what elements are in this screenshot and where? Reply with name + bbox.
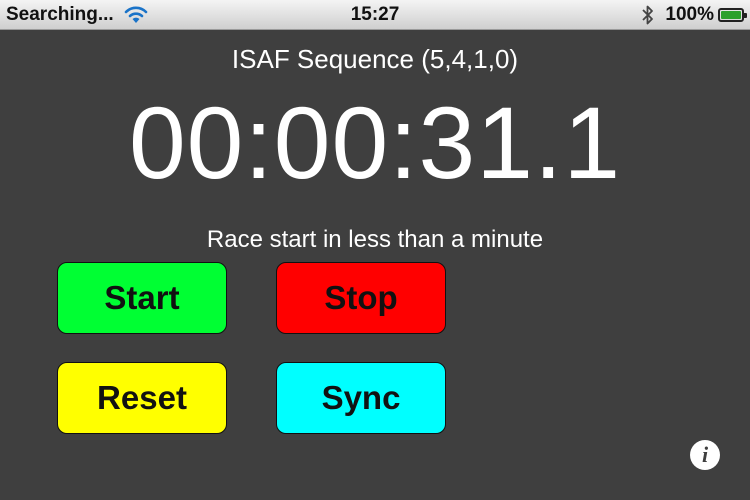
status-right: 100%: [641, 3, 747, 27]
info-icon[interactable]: i: [690, 440, 720, 470]
status-bar: Searching... 15:27 100%: [0, 0, 750, 30]
bluetooth-icon: [642, 5, 654, 25]
start-button[interactable]: Start: [57, 262, 227, 334]
sequence-title: ISAF Sequence (5,4,1,0): [231, 44, 519, 74]
status-time: 15:27: [350, 4, 400, 25]
battery-icon: [718, 8, 747, 22]
battery-fill: [721, 11, 741, 19]
battery-tip: [744, 13, 747, 18]
app-screen: Searching... 15:27 100% ISAF Sequence (5…: [0, 0, 750, 500]
sync-button[interactable]: Sync: [276, 362, 446, 434]
stop-button[interactable]: Stop: [276, 262, 446, 334]
battery-percent: 100%: [665, 4, 714, 25]
reset-button[interactable]: Reset: [57, 362, 227, 434]
countdown-timer: 00:00:31.1: [128, 86, 622, 200]
race-status-message: Race start in less than a minute: [206, 226, 544, 253]
